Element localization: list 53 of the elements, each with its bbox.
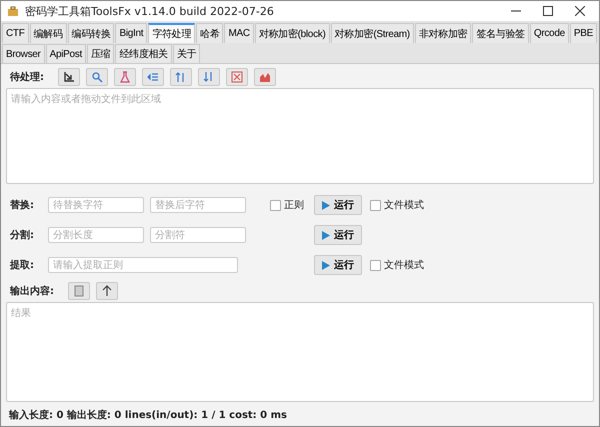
maximize-icon[interactable] bbox=[543, 6, 553, 16]
tab[interactable]: 字符处理 bbox=[148, 23, 196, 43]
arrow-up-icon bbox=[101, 285, 113, 297]
document-icon bbox=[73, 285, 85, 297]
run-button[interactable]: 运行 bbox=[314, 255, 362, 275]
tab[interactable]: BigInt bbox=[115, 23, 148, 43]
toolbox-icon bbox=[7, 6, 19, 16]
close-icon[interactable] bbox=[575, 6, 585, 16]
tab[interactable]: 压缩 bbox=[86, 44, 114, 63]
tab[interactable]: Qrcode bbox=[530, 23, 569, 43]
tab[interactable]: 关于 bbox=[172, 44, 200, 63]
input-label: 待处理: bbox=[10, 70, 44, 84]
tab[interactable]: 非对称加密 bbox=[414, 23, 472, 43]
input-field[interactable]: 替换后字符 bbox=[150, 197, 246, 213]
indent-icon bbox=[147, 71, 159, 83]
row-label: 分割: bbox=[10, 228, 35, 242]
tab[interactable]: 哈希 bbox=[196, 23, 224, 43]
file-mode-checkbox[interactable]: 文件模式 bbox=[370, 198, 424, 212]
tab[interactable]: ApiPost bbox=[46, 44, 86, 63]
play-icon bbox=[322, 230, 330, 240]
play-icon bbox=[322, 260, 330, 270]
chart-icon bbox=[259, 71, 271, 83]
run-button[interactable]: 运行 bbox=[314, 195, 362, 215]
tab[interactable]: 编解码 bbox=[30, 23, 67, 43]
tab[interactable]: 对称加密(Stream) bbox=[330, 23, 414, 43]
tab[interactable]: MAC bbox=[224, 23, 254, 43]
tab[interactable]: Browser bbox=[2, 44, 45, 63]
window-title: 密码学工具箱ToolsFx v1.14.0 build 2022-07-26 bbox=[25, 4, 274, 18]
tab[interactable]: 对称加密(block) bbox=[254, 23, 330, 43]
status-text: 输入长度: 0 输出长度: 0 lines(in/out): 1 / 1 cost: 0 ms bbox=[9, 408, 287, 422]
image-icon bbox=[231, 71, 243, 83]
run-button[interactable]: 运行 bbox=[314, 225, 362, 245]
flask-icon bbox=[119, 71, 131, 83]
tab[interactable]: CTF bbox=[2, 23, 29, 43]
input-field[interactable]: 分割长度 bbox=[48, 227, 144, 243]
tab[interactable]: PBE bbox=[570, 23, 597, 43]
toolbar-button[interactable] bbox=[58, 68, 80, 86]
regex-checkbox[interactable]: 正则 bbox=[270, 198, 304, 212]
up-button[interactable] bbox=[96, 282, 118, 300]
input-field[interactable]: 请输入提取正则 bbox=[48, 257, 238, 273]
tab[interactable]: 签名与验签 bbox=[472, 23, 529, 43]
input-field[interactable]: 分割符 bbox=[150, 227, 246, 243]
file-mode-checkbox[interactable]: 文件模式 bbox=[370, 258, 424, 272]
import-icon bbox=[63, 71, 75, 83]
row-label: 提取: bbox=[10, 258, 35, 272]
tab[interactable]: 编码转换 bbox=[68, 23, 114, 43]
input-field[interactable]: 待替换字符 bbox=[48, 197, 144, 213]
output-label: 输出内容: bbox=[10, 284, 54, 298]
play-icon bbox=[322, 200, 330, 210]
copy-button[interactable] bbox=[68, 282, 90, 300]
row-label: 替换: bbox=[10, 198, 35, 212]
search-icon bbox=[91, 71, 103, 83]
tab[interactable]: 经纬度相关 bbox=[115, 44, 172, 63]
